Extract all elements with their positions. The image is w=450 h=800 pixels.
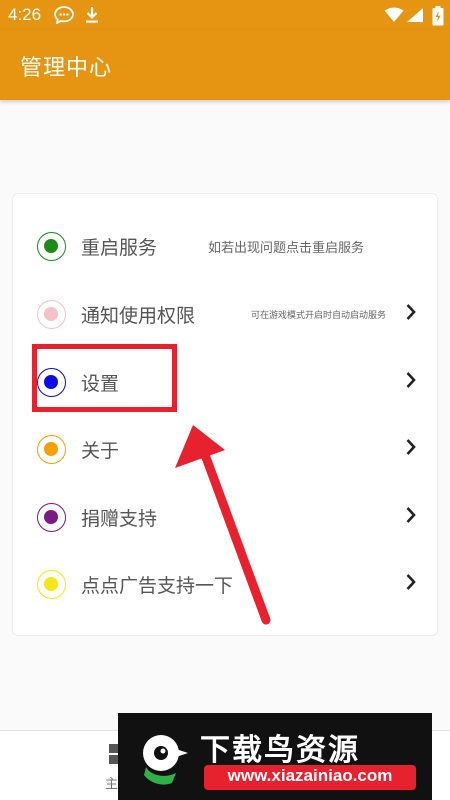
- menu-item-description: 可在游戏模式开启时自动启动服务: [251, 311, 387, 321]
- menu-item-label: 捐赠支持: [81, 508, 158, 530]
- bird-logo-icon: [143, 735, 188, 785]
- signal-icon: [407, 8, 423, 22]
- radio-icon: [37, 570, 66, 599]
- status-time: 4:26: [8, 5, 42, 24]
- watermark-title: 下载鸟资源: [200, 733, 360, 768]
- watermark-url-pill: www.xiazainiao.com: [204, 765, 416, 790]
- menu-item-label: 关于: [81, 440, 120, 462]
- menu-item-label: 重启服务: [81, 237, 158, 259]
- chevron-right-icon: [406, 372, 416, 388]
- radio-dot: [44, 577, 58, 591]
- chevron-right-icon: [406, 304, 416, 320]
- menu-item-about[interactable]: 关于: [13, 419, 439, 479]
- radio-dot: [44, 510, 58, 524]
- radio-dot: [44, 442, 58, 456]
- highlight-box: [32, 344, 177, 412]
- app-bar: 管理中心: [0, 30, 450, 100]
- radio-dot: [44, 239, 58, 253]
- chevron-right-icon: [406, 574, 416, 590]
- bottom-tab-label: 主: [105, 777, 119, 792]
- radio-icon: [37, 232, 66, 261]
- menu-item-notification-permission[interactable]: 通知使用权限 可在游戏模式开启时自动启动服务: [13, 284, 439, 344]
- status-bar: 4:26: [0, 0, 450, 30]
- menu-item-description: 如若出现问题点击重启服务: [208, 241, 365, 256]
- menu-item-label: 点点广告支持一下: [81, 575, 234, 597]
- menu-item-donate[interactable]: 捐赠支持: [13, 487, 439, 547]
- watermark: 下载鸟资源 www.xiazainiao.com: [118, 713, 432, 800]
- watermark-url: www.xiazainiao.com: [227, 766, 393, 785]
- download-icon: [86, 7, 98, 23]
- radio-dot: [44, 307, 58, 321]
- radio-icon: [37, 503, 66, 532]
- menu-item-label: 通知使用权限: [81, 305, 196, 327]
- radio-icon: [37, 300, 66, 329]
- wifi-icon: [384, 7, 404, 22]
- message-icon: [54, 6, 74, 24]
- battery-icon: [432, 6, 444, 26]
- chevron-right-icon: [406, 507, 416, 523]
- menu-item-watch-ad[interactable]: 点点广告支持一下: [13, 554, 439, 614]
- page-title: 管理中心: [20, 56, 113, 81]
- menu-item-restart-service[interactable]: 重启服务 如若出现问题点击重启服务: [13, 216, 439, 276]
- menu-card: 重启服务 如若出现问题点击重启服务 通知使用权限 可在游戏模式开启时自动启动服务…: [12, 193, 438, 636]
- radio-icon: [37, 435, 66, 464]
- chevron-right-icon: [406, 439, 416, 455]
